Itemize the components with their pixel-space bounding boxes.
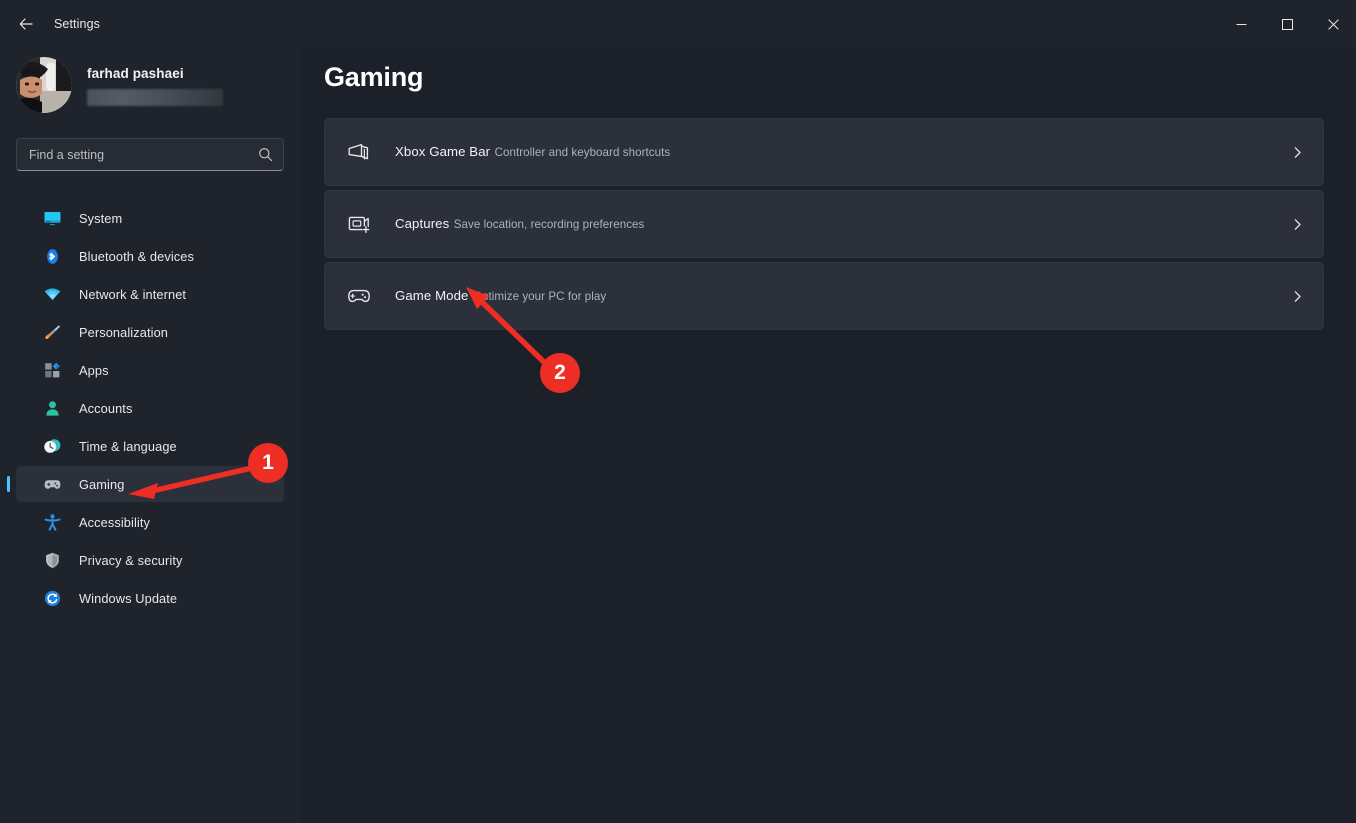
close-icon [1328,19,1339,30]
card-text: Captures Save location, recording prefer… [395,215,1287,233]
monitor-icon [42,208,62,228]
card-text: Game Mode Optimize your PC for play [395,287,1287,305]
sidebar-item-label: Network & internet [79,287,186,302]
window-title: Settings [54,17,100,31]
chevron-right-icon [1287,146,1307,159]
profile-text: farhad pashaei [87,65,223,106]
title-bar: Settings [0,0,1356,48]
search-container [16,138,284,171]
accessibility-icon [42,512,62,532]
person-icon [42,398,62,418]
sidebar-item-label: System [79,211,122,226]
main-content: Gaming Xbox Game Bar Controller and keyb… [300,48,1356,823]
card-title: Xbox Game Bar [395,144,490,159]
gamepad-icon [42,474,62,494]
sidebar-item-label: Gaming [79,477,124,492]
card-game-mode[interactable]: Game Mode Optimize your PC for play [324,262,1324,330]
sidebar-item-label: Personalization [79,325,168,340]
sidebar-item-privacy-security[interactable]: Privacy & security [16,542,284,578]
sidebar-item-windows-update[interactable]: Windows Update [16,580,284,616]
avatar-photo-icon [16,57,72,113]
sidebar-item-bluetooth-devices[interactable]: Bluetooth & devices [16,238,284,274]
sidebar-item-label: Accounts [79,401,132,416]
sidebar-item-gaming[interactable]: Gaming [16,466,284,502]
card-title: Captures [395,216,449,231]
sidebar-item-network-internet[interactable]: Network & internet [16,276,284,312]
card-title: Game Mode [395,288,468,303]
game-bar-icon [339,139,379,165]
card-subtitle: Save location, recording preferences [454,218,645,231]
sidebar-nav: System Bluetooth & devices [0,198,300,618]
profile-name: farhad pashaei [87,65,223,82]
clock-icon [42,436,62,456]
page-title: Gaming [324,62,423,93]
sidebar-item-system[interactable]: System [16,200,284,236]
game-mode-gamepad-icon [339,283,379,309]
sidebar-item-apps[interactable]: Apps [16,352,284,388]
shield-icon [42,550,62,570]
back-button[interactable] [10,8,42,40]
sidebar-item-time-language[interactable]: Time & language [16,428,284,464]
search-box[interactable] [16,138,284,171]
profile-email-redacted [87,89,223,106]
minimize-button[interactable] [1218,0,1264,48]
chevron-right-icon [1287,218,1307,231]
minimize-icon [1236,19,1247,30]
card-captures[interactable]: Captures Save location, recording prefer… [324,190,1324,258]
sidebar-item-label: Time & language [79,439,177,454]
user-profile[interactable]: farhad pashaei [16,57,284,113]
avatar [16,57,72,113]
update-refresh-icon [42,588,62,608]
card-subtitle: Controller and keyboard shortcuts [495,146,671,159]
wifi-icon [42,284,62,304]
search-input[interactable] [29,148,257,162]
maximize-button[interactable] [1264,0,1310,48]
settings-window: Settings [0,0,1356,823]
card-xbox-game-bar[interactable]: Xbox Game Bar Controller and keyboard sh… [324,118,1324,186]
sidebar-item-label: Bluetooth & devices [79,249,194,264]
card-text: Xbox Game Bar Controller and keyboard sh… [395,143,1287,161]
chevron-right-icon [1287,290,1307,303]
sidebar-item-label: Accessibility [79,515,150,530]
sidebar-item-label: Apps [79,363,109,378]
sidebar-item-accounts[interactable]: Accounts [16,390,284,426]
apps-grid-icon [42,360,62,380]
capture-camera-icon [339,211,379,237]
settings-card-list: Xbox Game Bar Controller and keyboard sh… [324,118,1324,334]
bluetooth-icon [42,246,62,266]
sidebar: farhad pashaei [0,48,300,823]
sidebar-item-label: Privacy & security [79,553,183,568]
window-controls [1218,0,1356,48]
maximize-icon [1282,19,1293,30]
close-button[interactable] [1310,0,1356,48]
card-subtitle: Optimize your PC for play [473,290,606,303]
sidebar-item-accessibility[interactable]: Accessibility [16,504,284,540]
sidebar-item-personalization[interactable]: Personalization [16,314,284,350]
search-icon [257,147,273,162]
paintbrush-icon [42,322,62,342]
sidebar-item-label: Windows Update [79,591,177,606]
back-arrow-icon [18,16,34,32]
